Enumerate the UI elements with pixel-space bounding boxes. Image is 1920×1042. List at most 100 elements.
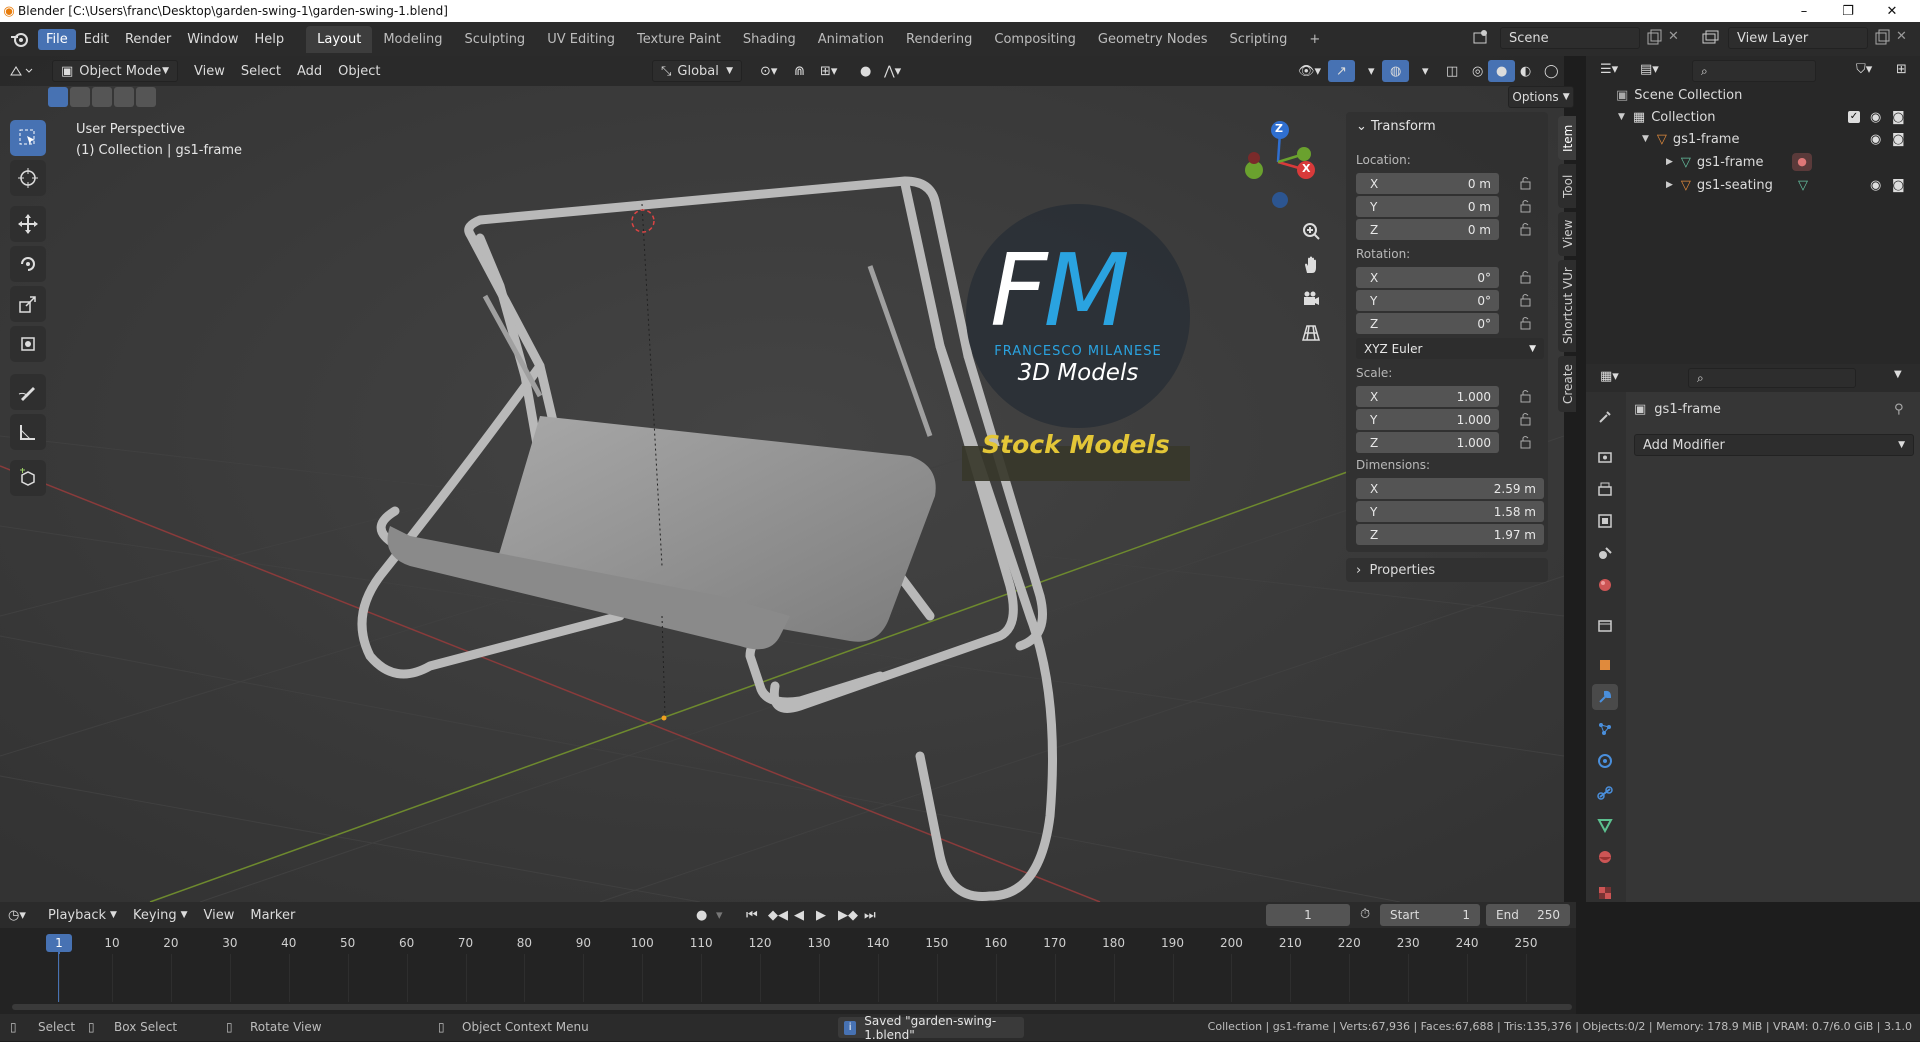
modifier-tab-icon[interactable] xyxy=(1592,684,1618,710)
tab-sculpting[interactable]: Sculpting xyxy=(453,26,536,53)
material-icon[interactable]: ● xyxy=(1792,153,1812,171)
collection-tab-icon[interactable] xyxy=(1592,612,1618,638)
scale-tool[interactable] xyxy=(10,286,46,322)
annotate-tool[interactable] xyxy=(10,374,46,410)
current-frame-field[interactable]: 1 xyxy=(1266,904,1350,926)
menu-edit[interactable]: Edit xyxy=(76,29,117,50)
menu-file[interactable]: File xyxy=(38,28,76,50)
tab-shortcut-vur[interactable]: Shortcut VUr xyxy=(1558,260,1578,352)
keying-dropdown-icon[interactable]: ▾ xyxy=(708,904,731,926)
menu-window[interactable]: Window xyxy=(179,29,246,50)
expand-icon[interactable]: ▶ xyxy=(1666,157,1673,167)
maximize-button[interactable]: ❐ xyxy=(1826,0,1870,22)
add-cube-tool[interactable] xyxy=(10,460,46,496)
pivot-point-icon[interactable]: ⊙▾ xyxy=(752,60,785,82)
dimensions-y-field[interactable]: Y 1.58 m xyxy=(1356,501,1544,522)
end-frame-field[interactable]: End 250 xyxy=(1486,904,1570,926)
scene-selector[interactable]: Scene xyxy=(1500,27,1640,49)
falloff-icon[interactable]: ⋀▾ xyxy=(876,60,909,82)
viewport-canvas[interactable] xyxy=(0,56,1564,902)
tab-compositing[interactable]: Compositing xyxy=(983,26,1087,53)
lock-icon[interactable] xyxy=(1519,176,1533,190)
select-new-icon[interactable] xyxy=(48,87,68,107)
perspective-toggle-icon[interactable] xyxy=(1296,318,1326,348)
filter-icon[interactable]: ⛉▾ xyxy=(1856,62,1872,77)
location-z-field[interactable]: Z 0 m xyxy=(1356,219,1499,240)
rotation-x-field[interactable]: X 0° xyxy=(1356,267,1499,288)
lock-icon[interactable] xyxy=(1519,222,1533,236)
add-modifier-dropdown[interactable]: Add Modifier ▼ xyxy=(1634,434,1914,456)
physics-tab-icon[interactable] xyxy=(1592,748,1618,774)
select-subtract-icon[interactable] xyxy=(92,87,112,107)
tab-item[interactable]: Item xyxy=(1558,116,1578,160)
minimize-button[interactable]: – xyxy=(1782,0,1826,22)
timeline-scrollbar[interactable] xyxy=(12,1004,1572,1010)
particles-tab-icon[interactable] xyxy=(1592,716,1618,742)
expand-icon[interactable]: ▶ xyxy=(1666,180,1673,190)
dimensions-z-field[interactable]: Z 1.97 m xyxy=(1356,524,1544,545)
transform-tool[interactable] xyxy=(10,326,46,362)
add-workspace-button[interactable]: + xyxy=(1298,26,1331,53)
remove-view-layer-icon[interactable]: ✕ xyxy=(1896,29,1907,44)
output-tab-icon[interactable] xyxy=(1592,476,1618,502)
outliner-editor-icon[interactable]: ☰▾ xyxy=(1600,62,1630,77)
outliner-row-collection[interactable]: ▼ ▦ Collection ✓ ◉ ◙ xyxy=(1586,106,1920,128)
remove-scene-icon[interactable]: ✕ xyxy=(1668,29,1679,44)
scale-y-field[interactable]: Y 1.000 xyxy=(1356,409,1499,430)
view-layer-tab-icon[interactable] xyxy=(1592,508,1618,534)
tab-layout[interactable]: Layout xyxy=(306,25,373,53)
tab-shading[interactable]: Shading xyxy=(732,26,807,53)
pin-icon[interactable]: ⚲ xyxy=(1894,402,1904,417)
gizmo-toggle-icon[interactable]: ↗ xyxy=(1328,60,1355,82)
lock-icon[interactable] xyxy=(1519,293,1533,307)
tab-geometry-nodes[interactable]: Geometry Nodes xyxy=(1087,26,1219,53)
editor-type-icon[interactable] xyxy=(0,60,44,82)
timeline-editor-icon[interactable]: ◷▾ xyxy=(0,904,40,926)
select-menu[interactable]: Select xyxy=(233,60,289,82)
pan-hand-icon[interactable] xyxy=(1296,250,1326,280)
tab-uv-editing[interactable]: UV Editing xyxy=(536,26,626,53)
collapse-icon[interactable]: ▼ xyxy=(1618,112,1625,122)
select-box-tool[interactable] xyxy=(10,120,46,156)
xray-icon[interactable]: ◫ xyxy=(1438,60,1466,82)
render-tab-icon[interactable] xyxy=(1592,444,1618,470)
lock-icon[interactable] xyxy=(1519,270,1533,284)
view-layer-selector[interactable]: View Layer xyxy=(1728,27,1868,49)
eye-icon[interactable]: ◉ xyxy=(1870,110,1881,125)
rotate-tool[interactable] xyxy=(10,246,46,282)
timeline-view-menu[interactable]: View xyxy=(196,904,243,926)
move-tool[interactable] xyxy=(10,206,46,242)
visibility-icon[interactable]: 👁▾ xyxy=(1290,60,1329,82)
new-collection-icon[interactable]: ⊞ xyxy=(1896,62,1907,77)
lock-icon[interactable] xyxy=(1519,389,1533,403)
overlays-toggle-icon[interactable]: ◍ xyxy=(1382,60,1410,82)
marker-menu[interactable]: Marker xyxy=(242,904,303,926)
tab-tool[interactable]: Tool xyxy=(1558,164,1578,208)
rendered-shading-icon[interactable]: ◯ xyxy=(1536,60,1567,82)
camera-icon[interactable]: ◙ xyxy=(1892,110,1905,125)
camera-view-icon[interactable] xyxy=(1296,284,1326,314)
constraints-tab-icon[interactable] xyxy=(1592,780,1618,806)
select-invert-icon[interactable] xyxy=(114,87,134,107)
lock-icon[interactable] xyxy=(1519,316,1533,330)
tab-create[interactable]: Create xyxy=(1558,356,1578,412)
add-menu[interactable]: Add xyxy=(289,60,330,82)
object-menu[interactable]: Object xyxy=(330,60,388,82)
scale-x-field[interactable]: X 1.000 xyxy=(1356,386,1499,407)
tab-animation[interactable]: Animation xyxy=(807,26,895,53)
outliner-row-gs1-frame-mesh[interactable]: ▶ ▽ gs1-frame ● xyxy=(1586,151,1920,173)
tab-modeling[interactable]: Modeling xyxy=(372,26,453,53)
new-view-layer-icon[interactable] xyxy=(1874,29,1890,47)
gizmo-dropdown-icon[interactable]: ▾ xyxy=(1360,60,1383,82)
mesh-data-icon[interactable]: ▽ xyxy=(1798,178,1808,193)
tab-texture-paint[interactable]: Texture Paint xyxy=(626,26,732,53)
menu-render[interactable]: Render xyxy=(117,29,179,50)
keying-menu[interactable]: Keying ▼ xyxy=(125,904,196,926)
view-menu[interactable]: View xyxy=(186,60,233,82)
scene-tab-icon[interactable] xyxy=(1592,540,1618,566)
tool-tab-icon[interactable] xyxy=(1592,404,1618,430)
mode-selector[interactable]: ▣ Object Mode ▼ xyxy=(52,60,178,82)
select-extend-icon[interactable] xyxy=(70,87,90,107)
exclude-checkbox[interactable]: ✓ xyxy=(1848,111,1860,123)
transform-panel-header[interactable]: ⌄ Transform xyxy=(1356,119,1436,134)
